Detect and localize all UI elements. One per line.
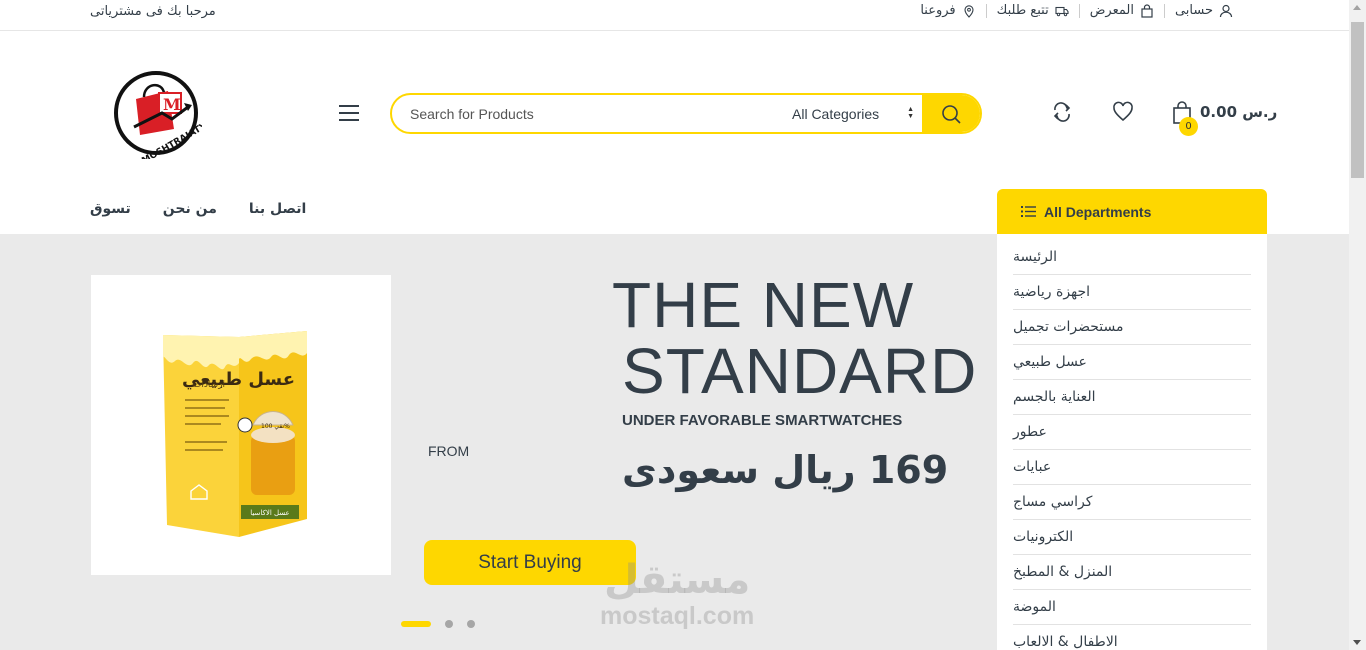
dept-item-perfumes[interactable]: عطور bbox=[1013, 415, 1251, 450]
honey-box-image: عسل طبيعي ارشادات نقي 100% عسل الاكاسيا bbox=[163, 331, 307, 537]
page-scrollbar[interactable] bbox=[1349, 0, 1366, 650]
branches-link[interactable]: فروعنا bbox=[910, 4, 985, 18]
cart-count-badge: 0 bbox=[1179, 117, 1198, 136]
list-icon bbox=[1021, 206, 1036, 217]
departments-list: الرئيسة اجهزة رياضية مستحضرات تجميل عسل … bbox=[997, 234, 1267, 650]
category-select-value: All Categories bbox=[792, 105, 880, 122]
dept-item-kids-toys[interactable]: الاطفال & الالعاب bbox=[1013, 625, 1251, 650]
honey-box-instructions: ارشادات bbox=[193, 380, 225, 390]
watermark-arabic: مستقل bbox=[603, 557, 751, 603]
search-input[interactable] bbox=[410, 95, 750, 132]
hero-headline-line-2: STANDARD bbox=[622, 335, 978, 407]
dept-item-abayas[interactable]: عبايات bbox=[1013, 450, 1251, 485]
search-icon bbox=[942, 104, 961, 124]
nav-item-about[interactable]: من نحن bbox=[163, 201, 217, 217]
top-links: حسابى المعرض تتبع طلبك فروعنا bbox=[910, 4, 1243, 18]
search-button[interactable] bbox=[922, 95, 980, 132]
truck-icon bbox=[1055, 6, 1069, 17]
product-image-card[interactable]: عسل طبيعي ارشادات نقي 100% عسل الاكاسيا bbox=[91, 275, 391, 575]
cart-button[interactable]: 0 0.00 ر.س bbox=[1170, 98, 1277, 138]
watermark: مستقل mostaql.com bbox=[600, 558, 754, 630]
site-logo[interactable]: M MOSHTRAIATY.com bbox=[112, 69, 228, 167]
watermark-latin: mostaql.com bbox=[600, 602, 755, 630]
shopping-bag-icon bbox=[1141, 4, 1153, 18]
scroll-down-arrow-icon[interactable] bbox=[1353, 640, 1361, 645]
track-order-link[interactable]: تتبع طلبك bbox=[985, 3, 1079, 18]
dept-item-electronics[interactable]: الكترونيات bbox=[1013, 520, 1251, 555]
my-account-label: حسابى bbox=[1174, 3, 1213, 18]
user-icon bbox=[1219, 4, 1233, 18]
honey-box-purity: نقي 100% bbox=[261, 423, 290, 430]
scrollbar-thumb[interactable] bbox=[1351, 22, 1364, 178]
dept-item-body-care[interactable]: العناية بالجسم bbox=[1013, 380, 1251, 415]
hero-headline: THE NEW STANDARD bbox=[612, 272, 977, 404]
search-bar: All Categories ▲▼ bbox=[390, 93, 982, 134]
compare-icon[interactable] bbox=[1051, 101, 1073, 123]
slider-dots bbox=[401, 620, 475, 628]
dept-item-massage-chairs[interactable]: كراسي مساج bbox=[1013, 485, 1251, 520]
from-label: FROM bbox=[428, 443, 470, 459]
hero-headline-line-1: THE NEW bbox=[612, 269, 915, 341]
scroll-up-arrow-icon[interactable] bbox=[1353, 5, 1361, 10]
gallery-link[interactable]: المعرض bbox=[1078, 3, 1164, 18]
logo-letter: M bbox=[163, 95, 181, 114]
branches-label: فروعنا bbox=[920, 3, 956, 18]
slider-dot-1[interactable] bbox=[401, 621, 431, 627]
dept-item-cosmetics[interactable]: مستحضرات تجميل bbox=[1013, 310, 1251, 345]
logo-mark: M MOSHTRAIATY.com bbox=[114, 71, 228, 167]
all-departments-button[interactable]: All Departments bbox=[997, 189, 1267, 234]
track-order-label: تتبع طلبك bbox=[996, 3, 1049, 18]
gallery-label: المعرض bbox=[1089, 3, 1134, 18]
category-select[interactable]: All Categories ▲ ▼ bbox=[792, 95, 920, 132]
map-pin-icon bbox=[964, 5, 974, 18]
hero-subline: UNDER FAVORABLE SMARTWATCHES bbox=[622, 412, 903, 429]
slider-dot-3[interactable] bbox=[467, 620, 475, 628]
nav-item-shop[interactable]: تسوق bbox=[90, 201, 131, 217]
dept-item-natural-honey[interactable]: عسل طبيعي bbox=[1013, 345, 1251, 380]
nav-item-contact[interactable]: اتصل بنا bbox=[249, 201, 306, 217]
dept-item-home[interactable]: الرئيسة bbox=[1013, 240, 1251, 275]
main-nav: تسوق من نحن اتصل بنا bbox=[90, 201, 306, 217]
my-account-link[interactable]: حسابى bbox=[1163, 3, 1243, 18]
hamburger-menu-icon[interactable] bbox=[339, 105, 359, 123]
dept-item-home-kitchen[interactable]: المنزل & المطبخ bbox=[1013, 555, 1251, 590]
hero-price: 169 ريال سعودى bbox=[622, 448, 949, 492]
honey-box-variety: عسل الاكاسيا bbox=[250, 509, 289, 517]
select-arrows-icon: ▲ ▼ bbox=[907, 106, 914, 120]
top-bar: مرحبا بك فى مشترياتى حسابى المعرض تتبع ط… bbox=[0, 0, 1349, 31]
slider-dot-2[interactable] bbox=[445, 620, 453, 628]
welcome-message: مرحبا بك فى مشترياتى bbox=[90, 4, 216, 19]
dept-item-fashion[interactable]: الموضة bbox=[1013, 590, 1251, 625]
dept-item-sports-equipment[interactable]: اجهزة رياضية bbox=[1013, 275, 1251, 310]
wishlist-heart-icon[interactable] bbox=[1112, 101, 1134, 123]
all-departments-label: All Departments bbox=[1044, 203, 1152, 220]
cart-total: 0.00 ر.س bbox=[1200, 103, 1278, 121]
